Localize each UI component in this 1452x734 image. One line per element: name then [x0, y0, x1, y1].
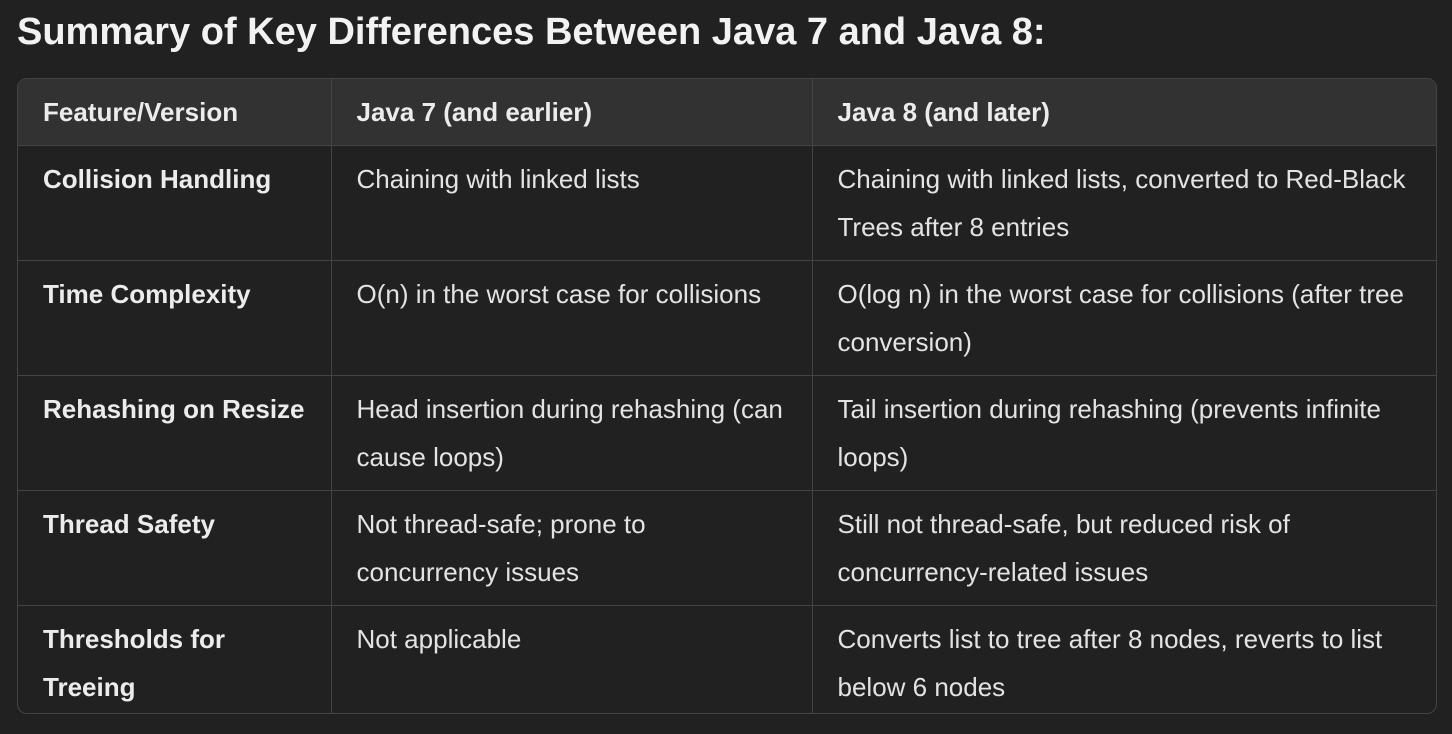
- row-feature-cell: Thresholds for Treeing: [18, 605, 332, 713]
- row-feature-cell: Time Complexity: [18, 260, 332, 376]
- row-java8-cell: Still not thread-safe, but reduced risk …: [812, 490, 1436, 606]
- table-row: Rehashing on Resize Head insertion durin…: [18, 375, 1436, 491]
- differences-table: Feature/Version Java 7 (and earlier) Jav…: [18, 79, 1436, 713]
- row-feature-cell: Collision Handling: [18, 145, 332, 261]
- row-feature-cell: Thread Safety: [18, 490, 332, 606]
- row-java8-cell: Converts list to tree after 8 nodes, rev…: [837, 624, 1383, 702]
- header-java-8: Java 8 (and later): [812, 79, 1436, 146]
- table-row: Thread Safety Not thread-safe; prone to …: [18, 490, 1436, 606]
- row-java8-cell: Chaining with linked lists, converted to…: [812, 145, 1436, 261]
- table-row: Time Complexity O(n) in the worst case f…: [18, 260, 1436, 376]
- page-title: Summary of Key Differences Between Java …: [17, 11, 1046, 53]
- row-feature-cell: Rehashing on Resize: [18, 375, 332, 491]
- row-java7-cell: Not thread-safe; prone to concurrency is…: [331, 490, 813, 606]
- row-java8-cell: Tail insertion during rehashing (prevent…: [812, 375, 1436, 491]
- row-java7-cell: Not applicable: [331, 605, 813, 713]
- row-java7-cell: Chaining with linked lists: [331, 145, 813, 261]
- comparison-table: Feature/Version Java 7 (and earlier) Jav…: [17, 78, 1437, 714]
- table-header-row: Feature/Version Java 7 (and earlier) Jav…: [18, 79, 1436, 146]
- header-java-7: Java 7 (and earlier): [331, 79, 813, 146]
- table-row: Collision Handling Chaining with linked …: [18, 145, 1436, 261]
- row-java7-cell: O(n) in the worst case for collisions: [331, 260, 813, 376]
- row-java7-cell: Head insertion during rehashing (can cau…: [331, 375, 813, 491]
- table-row: Thresholds for Treeing Not applicable Co…: [18, 605, 1436, 713]
- header-feature-version: Feature/Version: [18, 79, 332, 146]
- row-java8-cell: O(log n) in the worst case for collision…: [812, 260, 1436, 376]
